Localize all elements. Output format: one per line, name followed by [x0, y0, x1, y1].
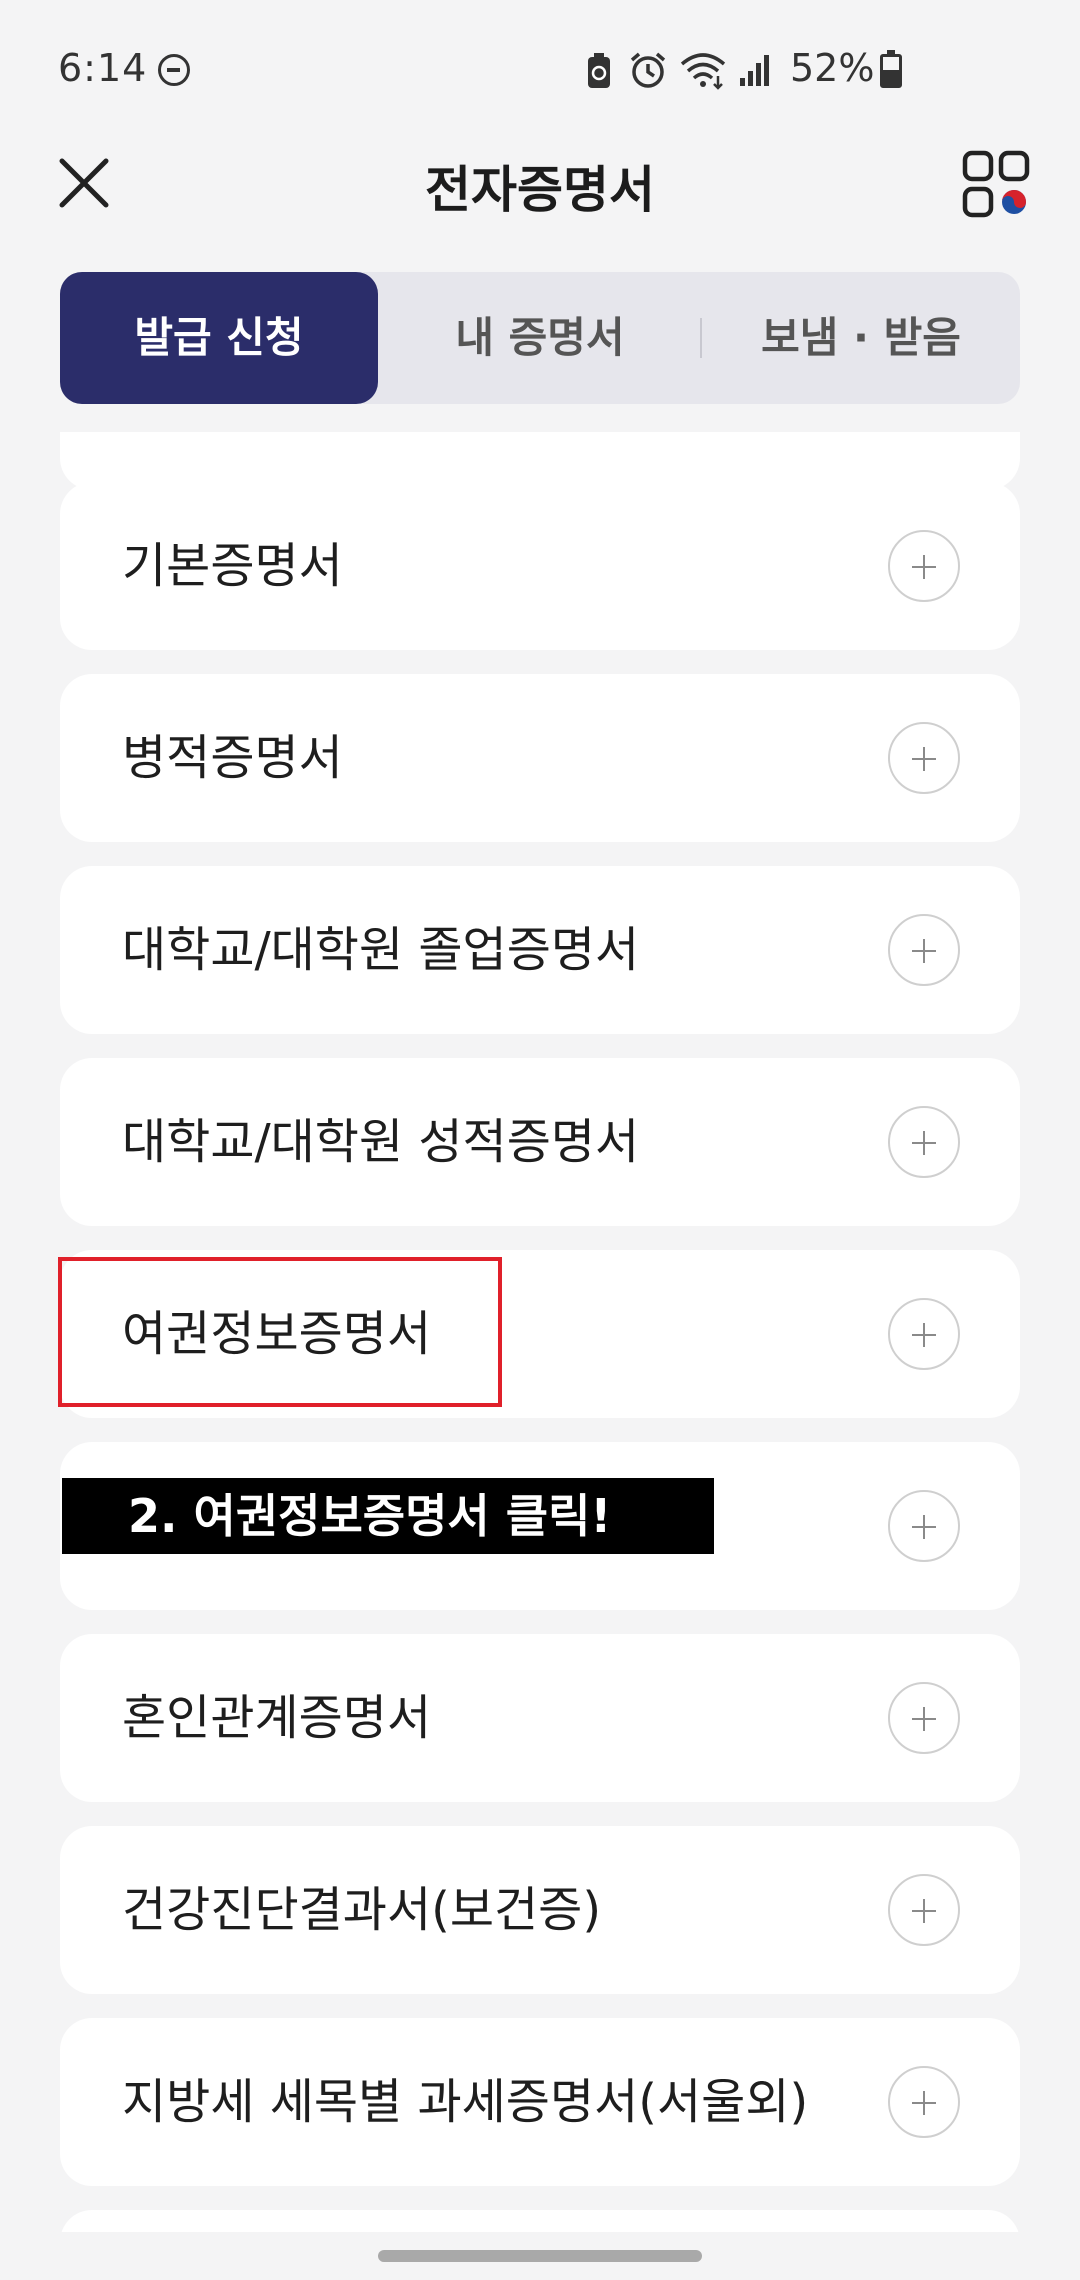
tab-my-certificates[interactable]: 내 증명서 [380, 272, 700, 404]
list-item[interactable]: 병적증명서 [60, 674, 1020, 842]
grid-menu-icon[interactable] [962, 150, 1030, 218]
list-item[interactable]: 대학교/대학원 성적증명서 [60, 1058, 1020, 1226]
add-icon[interactable] [888, 722, 960, 794]
list-item-label: 지방세 세목별 과세증명서(서울외) [122, 2074, 809, 2130]
alarm-icon [630, 52, 666, 88]
list-item-label: 건강진단결과서(보건증) [122, 1882, 602, 1938]
battery-percent: 52% [790, 46, 875, 90]
add-icon[interactable] [888, 1298, 960, 1370]
home-indicator[interactable] [378, 2250, 702, 2262]
signal-icon [740, 55, 769, 86]
battery-icon [880, 50, 902, 88]
add-icon[interactable] [888, 1874, 960, 1946]
add-icon[interactable] [888, 530, 960, 602]
add-icon[interactable] [888, 1682, 960, 1754]
list-item[interactable]: 기본증명서 [60, 482, 1020, 650]
add-icon[interactable] [888, 1106, 960, 1178]
list-item-label: 병적증명서 [122, 730, 343, 786]
annotation-banner: 2. 여권정보증명서 클릭! [62, 1478, 714, 1554]
list-item-partial[interactable] [60, 2210, 1020, 2232]
list-item-label: 대학교/대학원 성적증명서 [122, 1114, 640, 1170]
list-item[interactable]: 지방세 세목별 과세증명서(서울외) [60, 2018, 1020, 2186]
highlight-box [58, 1257, 502, 1407]
tab-issue-request[interactable]: 발급 신청 [60, 272, 378, 404]
wifi-icon [680, 53, 726, 90]
status-time: 6:14 [58, 46, 148, 90]
list-item[interactable]: 대학교/대학원 졸업증명서 [60, 866, 1020, 1034]
list-item-label: 기본증명서 [122, 538, 343, 594]
add-icon[interactable] [888, 914, 960, 986]
add-icon[interactable] [888, 2066, 960, 2138]
do-not-disturb-icon [158, 54, 190, 86]
add-icon[interactable] [888, 1490, 960, 1562]
list-item[interactable]: 혼인관계증명서 [60, 1634, 1020, 1802]
list-item[interactable]: 건강진단결과서(보건증) [60, 1826, 1020, 1994]
tab-send-receive[interactable]: 보냄 · 받음 [702, 272, 1020, 404]
battery-saver-icon [588, 53, 610, 88]
list-item-label: 대학교/대학원 졸업증명서 [122, 922, 640, 978]
page-title: 전자증명서 [425, 161, 655, 219]
list-item-label: 혼인관계증명서 [122, 1690, 432, 1746]
tab-bar: 발급 신청 내 증명서 보냄 · 받음 [60, 272, 1020, 404]
status-bar: 6:14 52% [0, 0, 1080, 140]
